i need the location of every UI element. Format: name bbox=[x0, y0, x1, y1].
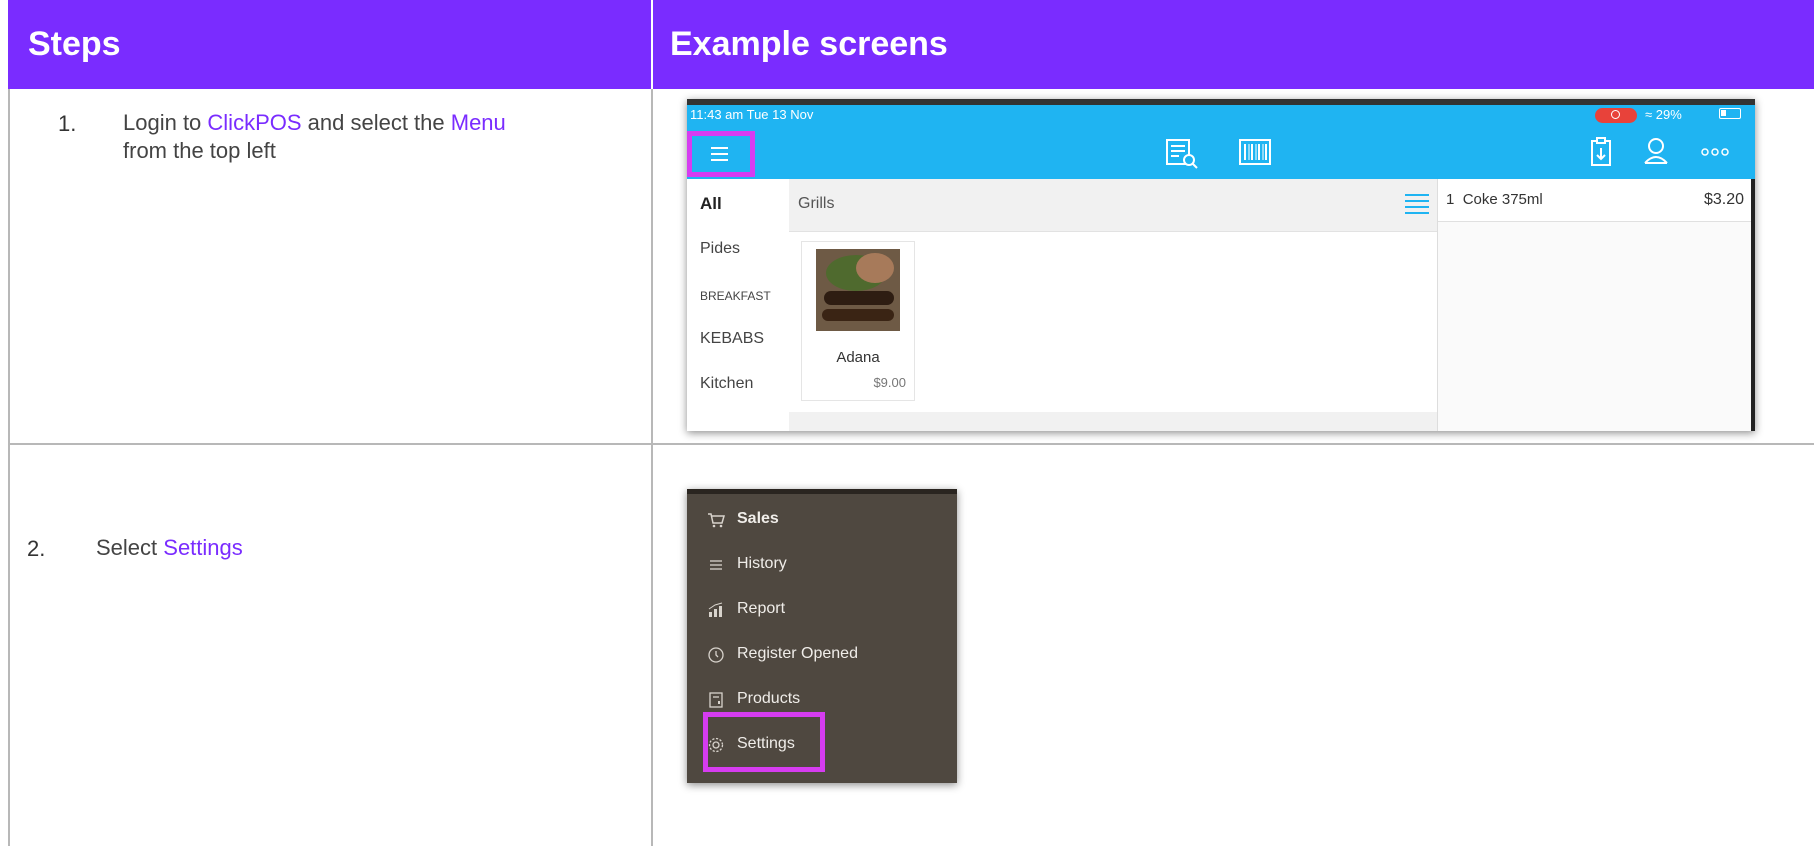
product-group-header: Grills bbox=[789, 179, 1437, 232]
category-kitchen[interactable]: Kitchen bbox=[700, 375, 753, 393]
status-wifi-battery: ≈ 29% bbox=[1645, 107, 1682, 122]
menu-item-label: Products bbox=[737, 690, 801, 707]
group-title: Grills bbox=[798, 195, 835, 212]
menu-item-label: Register Opened bbox=[737, 645, 858, 662]
pos-top-strip bbox=[687, 99, 1755, 105]
product-price: $9.00 bbox=[873, 375, 906, 390]
menu-item-label: Sales bbox=[737, 510, 779, 527]
settings-highlight-box bbox=[703, 712, 825, 772]
step-1-number: 1. bbox=[58, 111, 77, 136]
example-screens-header: Example screens bbox=[653, 0, 1814, 89]
menu-item-label: History bbox=[737, 555, 787, 572]
cart-item-price: $3.20 bbox=[1703, 191, 1744, 208]
history-icon bbox=[710, 560, 722, 570]
product-grid-body: Adana $9.00 bbox=[789, 232, 1437, 412]
device-edge bbox=[1751, 179, 1755, 431]
menu-top-edge bbox=[687, 489, 957, 494]
product-image bbox=[816, 249, 900, 331]
clipboard-icon[interactable] bbox=[1590, 137, 1612, 167]
status-time: 11:43 am Tue 13 Nov bbox=[690, 107, 814, 122]
category-sidebar: All Pides BREAKFAST KEBABS Kitchen bbox=[687, 179, 790, 431]
step-2-text: Select Settings bbox=[96, 534, 616, 562]
battery-icon bbox=[1719, 108, 1741, 119]
chart-icon bbox=[708, 602, 723, 617]
category-all[interactable]: All bbox=[700, 194, 722, 214]
cart-item-label: 1 Coke 375ml bbox=[1446, 191, 1543, 208]
product-tile[interactable]: Adana $9.00 bbox=[801, 241, 915, 401]
product-grid: Grills Adana $9.00 bbox=[789, 179, 1437, 431]
menu-item-label: Report bbox=[737, 600, 786, 617]
steps-header: Steps bbox=[8, 0, 651, 89]
cart-icon bbox=[708, 513, 725, 528]
settings-link[interactable]: Settings bbox=[163, 535, 243, 560]
category-breakfast[interactable]: BREAKFAST bbox=[700, 289, 771, 303]
step-1-text: Login to ClickPOS and select the Menu fr… bbox=[123, 109, 623, 165]
step-2-number: 2. bbox=[27, 536, 46, 561]
list-view-icon[interactable] bbox=[1405, 194, 1429, 214]
product-name: Adana bbox=[836, 349, 880, 366]
category-pides[interactable]: Pides bbox=[700, 240, 740, 258]
wifi-icon: ≈ bbox=[1645, 107, 1653, 122]
search-list-icon[interactable] bbox=[1165, 138, 1199, 170]
table-left-border bbox=[8, 89, 10, 846]
clickpos-link[interactable]: ClickPOS bbox=[207, 110, 301, 135]
user-icon[interactable] bbox=[1643, 137, 1669, 165]
menu-icon[interactable] bbox=[711, 147, 728, 161]
step-1-text-part: from the top left bbox=[123, 138, 276, 163]
products-icon bbox=[709, 692, 723, 708]
table-row-divider bbox=[8, 443, 1814, 445]
cart-item-row[interactable]: 1 Coke 375ml $3.20 bbox=[1438, 179, 1755, 222]
record-icon bbox=[1595, 108, 1637, 123]
cart-qty: 1 bbox=[1446, 191, 1455, 208]
category-kebabs[interactable]: KEBABS bbox=[700, 330, 764, 348]
battery-percent: 29% bbox=[1655, 107, 1682, 122]
cart-item-name: Coke 375ml bbox=[1462, 191, 1543, 208]
side-menu-screenshot: Sales History Report Register Opened Pro… bbox=[687, 489, 957, 783]
step-2-text-part: Select bbox=[96, 535, 164, 560]
step-1-text-part: Login to bbox=[123, 110, 208, 135]
more-icon[interactable] bbox=[1701, 148, 1729, 156]
menu-link[interactable]: Menu bbox=[451, 110, 506, 135]
barcode-icon[interactable] bbox=[1239, 139, 1271, 165]
pos-screenshot: 11:43 am Tue 13 Nov ≈ 29% All Pides BREA… bbox=[687, 99, 1755, 431]
table-center-divider bbox=[651, 89, 653, 846]
cart-panel: 1 Coke 375ml $3.20 bbox=[1437, 179, 1755, 431]
step-1-text-part: and select the bbox=[301, 110, 451, 135]
clock-icon bbox=[708, 647, 724, 663]
